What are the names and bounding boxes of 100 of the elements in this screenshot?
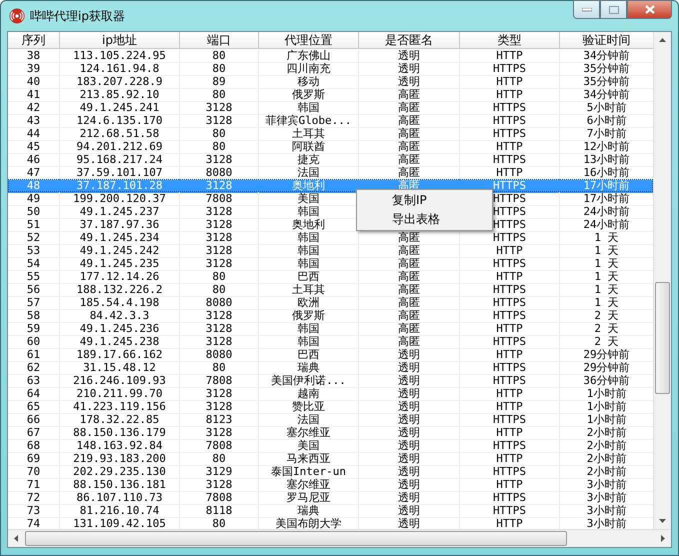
table-cell: 土耳其 (292, 127, 325, 140)
scrollbar-thumb[interactable] (25, 531, 567, 546)
table-row[interactable]: 54 49.1.245.235 3128 韩国 高匿 HTTPS 1 天 (8, 257, 654, 270)
table-cell: 美国布朗大学 (276, 517, 342, 529)
table-row[interactable]: 73 81.216.10.74 8118 瑞典 透明 HTTPS 3小时前 (8, 504, 654, 517)
table-row[interactable]: 65 41.223.119.156 3128 赞比亚 透明 HTTP 1小时前 (8, 400, 654, 413)
right-arrow-icon[interactable] (661, 535, 665, 542)
table-row[interactable]: 45 94.201.212.69 80 阿联酋 高匿 HTTP 12小时前 (8, 140, 654, 153)
table-row[interactable]: 55 177.12.14.26 80 巴西 高匿 HTTP 1 天 (8, 270, 654, 283)
table-cell: 奥地利 (292, 218, 325, 231)
close-button[interactable] (627, 0, 672, 19)
table-cell: HTTP (496, 49, 523, 62)
table-cell: 2小时前 (586, 452, 626, 465)
maximize-button[interactable] (600, 0, 627, 19)
table-cell: 韩国 (298, 101, 320, 114)
maximize-icon (608, 6, 618, 14)
table-row[interactable]: 69 219.93.183.200 80 马来西亚 透明 HTTP 2小时前 (8, 452, 654, 465)
table-row[interactable]: 67 88.150.136.179 3128 塞尔维亚 透明 HTTP 2小时前 (8, 426, 654, 439)
table-cell: 透明 (398, 517, 420, 529)
table-cell: HTTP (496, 140, 523, 153)
table-row[interactable]: 64 210.211.99.70 3128 越南 透明 HTTP 1小时前 (8, 387, 654, 400)
table-cell: 178.32.22.85 (80, 413, 160, 426)
table-cell: 透明 (398, 465, 420, 478)
table-cell: 88.150.136.181 (73, 478, 166, 491)
table-row[interactable]: 70 202.29.235.130 3129 泰国Inter-un 透明 HTTPS 2小时前 (8, 465, 654, 478)
table-row[interactable]: 68 148.163.92.84 7808 美国 透明 HTTPS 2小时前 (8, 439, 654, 452)
table-cell: 64 (26, 387, 40, 400)
column-header[interactable]: 端口 (180, 32, 259, 49)
table-cell: 3128 (206, 309, 232, 322)
table-cell: 80 (212, 127, 226, 140)
table-cell: 49.1.245.241 (80, 101, 160, 114)
table-row[interactable]: 41 213.85.92.10 80 俄罗斯 高匿 HTTP 34分钟前 (8, 88, 654, 101)
minimize-button[interactable] (573, 0, 600, 19)
column-header[interactable]: ip地址 (60, 32, 180, 49)
table-cell: 3小时前 (586, 504, 626, 517)
table-cell: 韩国 (298, 335, 320, 348)
table-row[interactable]: 63 216.246.109.93 7808 美国伊利诺... 透明 HTTPS 36分钟前 (8, 374, 654, 387)
table-cell: 80 (212, 88, 226, 101)
table-row[interactable]: 46 95.168.217.24 3128 捷克 高匿 HTTPS 13小时前 (8, 153, 654, 166)
table-cell: 四川南充 (286, 62, 330, 75)
table-row[interactable]: 62 31.15.48.12 80 瑞典 透明 HTTPS 29分钟前 (8, 361, 654, 374)
table-cell: 透明 (398, 452, 420, 465)
column-header[interactable]: 类型 (460, 32, 560, 49)
table-row[interactable]: 42 49.1.245.241 3128 韩国 高匿 HTTPS 5小时前 (8, 101, 654, 114)
table-cell: 1 天 (594, 296, 619, 309)
table-row[interactable]: 44 212.68.51.58 80 土耳其 高匿 HTTPS 7小时前 (8, 127, 654, 140)
table-cell: 高匿 (398, 296, 420, 309)
table-row[interactable]: 72 86.107.110.73 7808 罗马尼亚 透明 HTTPS 3小时前 (8, 491, 654, 504)
table-cell: 韩国 (298, 205, 320, 218)
table-cell: 63 (26, 374, 40, 387)
table-row[interactable]: 56 188.132.226.2 80 土耳其 高匿 HTTPS 1 天 (8, 283, 654, 296)
table-cell: 菲律宾Globe... (266, 114, 352, 127)
left-arrow-icon[interactable] (14, 535, 18, 542)
down-arrow-icon[interactable] (659, 519, 666, 523)
table-cell: HTTP (496, 348, 523, 361)
table-row[interactable]: 40 183.207.228.9 89 移动 透明 HTTP 35分钟前 (8, 75, 654, 88)
up-arrow-icon[interactable] (659, 38, 666, 42)
table-cell: 罗马尼亚 (286, 491, 330, 504)
table-row[interactable]: 60 49.1.245.238 3128 韩国 高匿 HTTPS 2 天 (8, 335, 654, 348)
table-row[interactable]: 38 113.105.224.95 80 广东佛山 透明 HTTP 34分钟前 (8, 49, 654, 62)
table-cell: 124.161.94.8 (80, 62, 160, 75)
table-cell: 24小时前 (583, 205, 630, 218)
table-cell: 塞尔维亚 (286, 478, 330, 491)
table-cell: 70 (26, 465, 40, 478)
table-row[interactable]: 57 185.54.4.198 8080 欧洲 高匿 HTTPS 1 天 (8, 296, 654, 309)
table-cell: 高匿 (398, 309, 420, 322)
table-cell: 5小时前 (586, 101, 626, 114)
table-cell: 95.168.217.24 (76, 153, 163, 166)
column-header[interactable]: 序列 (8, 32, 60, 49)
table-cell: 49.1.245.237 (80, 205, 160, 218)
table-cell: 8123 (206, 413, 232, 426)
table-row[interactable]: 43 124.6.135.170 3128 菲律宾Globe... 高匿 HTTPS 6小时前 (8, 114, 654, 127)
table-row[interactable]: 53 49.1.245.242 3128 韩国 高匿 HTTP 1 天 (8, 244, 654, 257)
horizontal-scrollbar[interactable] (8, 529, 671, 547)
table-cell: 3128 (206, 322, 232, 335)
table-row[interactable]: 39 124.161.94.8 80 四川南充 透明 HTTPS 35分钟前 (8, 62, 654, 75)
table-cell: 17小时前 (583, 192, 630, 205)
table-row[interactable]: 61 189.17.66.162 8080 巴西 透明 HTTP 29分钟前 (8, 348, 654, 361)
table-cell: HTTPS (492, 296, 526, 309)
table-cell: 2小时前 (586, 439, 626, 452)
vertical-scrollbar[interactable] (653, 32, 671, 529)
table-cell: 89 (212, 75, 226, 88)
column-header[interactable]: 验证时间 (560, 32, 654, 49)
table-cell: 高匿 (398, 270, 420, 283)
table-cell: 56 (26, 283, 40, 296)
table-cell: 41.223.119.156 (73, 400, 166, 413)
table-cell: 2小时前 (586, 426, 626, 439)
table-row[interactable]: 59 49.1.245.236 3128 韩国 高匿 HTTP 2 天 (8, 322, 654, 335)
table-cell: 瑞典 (298, 504, 320, 517)
table-row[interactable]: 66 178.32.22.85 8123 法国 透明 HTTPS 1小时前 (8, 413, 654, 426)
table-cell: 131.109.42.105 (73, 517, 166, 529)
column-header[interactable]: 代理位置 (259, 32, 359, 49)
table-cell: 高匿 (398, 140, 420, 153)
column-header[interactable]: 是否匿名 (359, 32, 460, 49)
table-cell: 2 天 (594, 322, 619, 335)
table-cell: 高匿 (398, 257, 420, 270)
table-row[interactable]: 58 84.42.3.3 3128 俄罗斯 高匿 HTTPS 2 天 (8, 309, 654, 322)
table-cell: 8080 (206, 166, 232, 179)
scrollbar-thumb[interactable] (655, 282, 670, 394)
table-row[interactable]: 71 88.150.136.181 3128 塞尔维亚 透明 HTTP 3小时前 (8, 478, 654, 491)
